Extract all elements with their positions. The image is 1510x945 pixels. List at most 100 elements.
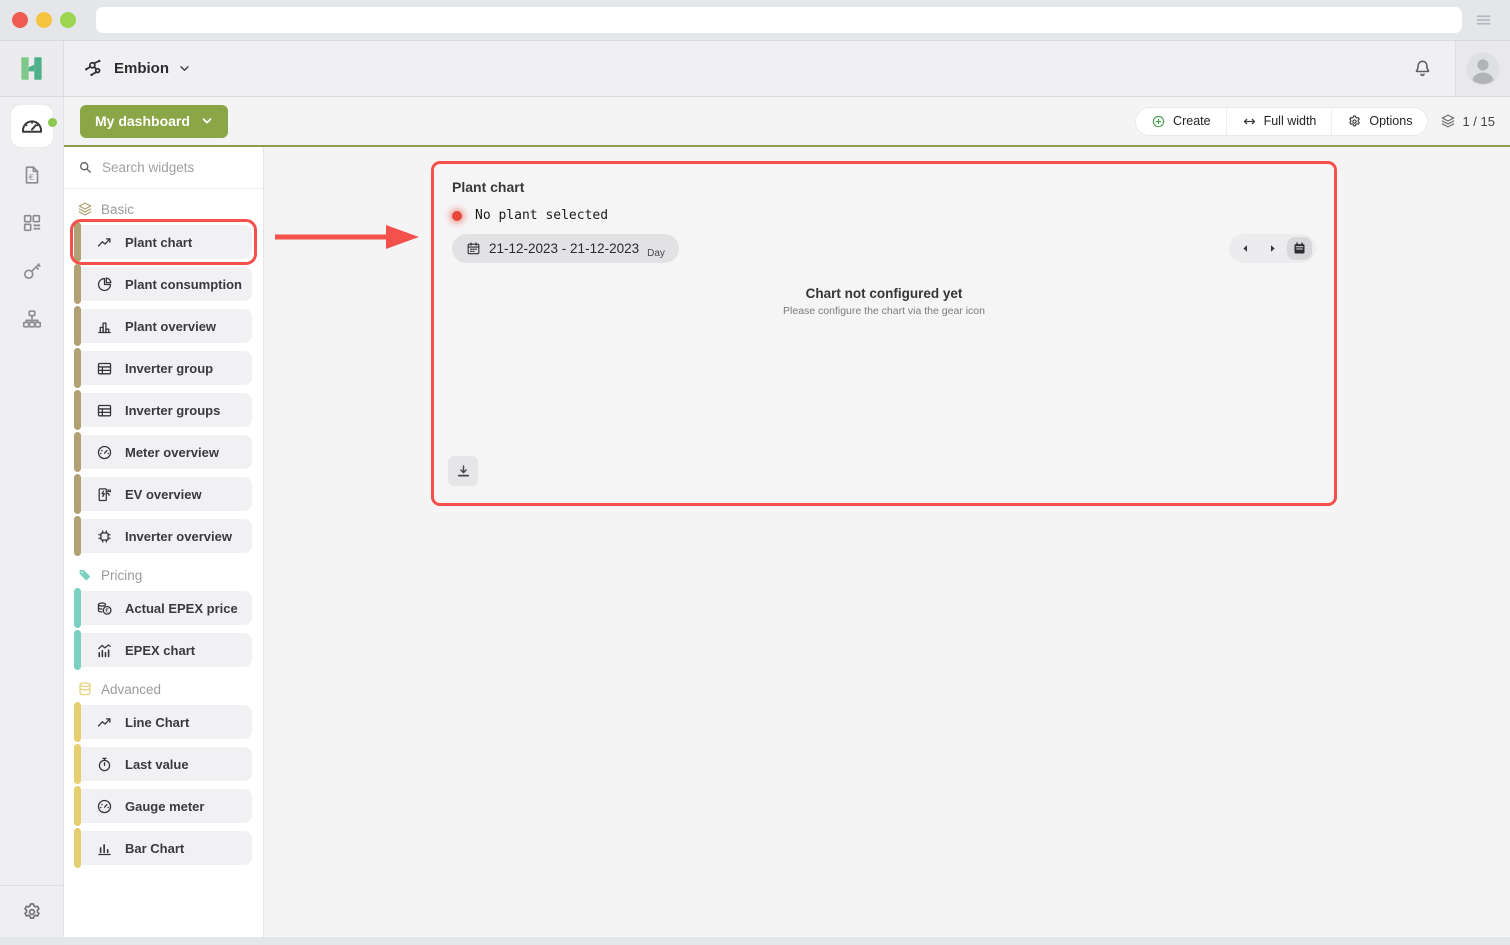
arrows-horizontal-icon <box>1242 114 1257 129</box>
calendar-icon <box>1292 241 1307 256</box>
settings-button[interactable] <box>0 885 63 937</box>
section-header: Pricing <box>75 565 252 591</box>
item-accent-bar <box>74 432 81 472</box>
search-icon <box>78 160 93 175</box>
widget-item-inverter-groups[interactable]: Inverter groups <box>75 393 252 427</box>
full-width-button[interactable]: Full width <box>1226 108 1332 135</box>
gear-icon <box>21 901 43 923</box>
caret-right-icon <box>1266 242 1279 255</box>
download-icon <box>455 463 472 480</box>
prev-period-button[interactable] <box>1233 237 1258 260</box>
widget-item-label: Plant overview <box>125 319 216 334</box>
svg-text:€: € <box>105 607 109 614</box>
widget-item-plant-consumption[interactable]: Plant consumption <box>75 267 252 301</box>
widget-item-ev-overview[interactable]: EV overview <box>75 477 252 511</box>
widget-item-epex-chart[interactable]: EPEX chart <box>75 633 252 667</box>
plant-chart-widget: Plant chart No plant selected 21-12-2023… <box>431 161 1337 506</box>
options-button[interactable]: Options <box>1331 108 1427 135</box>
widget-item-label: Inverter groups <box>125 403 220 418</box>
person-icon <box>1465 51 1501 87</box>
widget-item-last-value[interactable]: Last value <box>75 747 252 781</box>
search-widgets-input[interactable] <box>102 160 249 175</box>
section-header: Basic <box>75 199 252 225</box>
item-accent-bar <box>74 222 81 262</box>
rail-item-dashboard[interactable] <box>11 105 53 147</box>
dashboard-selector-button[interactable]: My dashboard <box>80 105 228 138</box>
item-accent-bar <box>74 702 81 742</box>
widget-item-inverter-overview[interactable]: Inverter overview <box>75 519 252 553</box>
rail-item-access-keys[interactable] <box>11 260 53 282</box>
widget-item-label: EPEX chart <box>125 643 195 658</box>
widget-item-bar-chart[interactable]: Bar Chart <box>75 831 252 865</box>
chevron-down-icon <box>178 62 191 75</box>
widget-item-actual-epex-price[interactable]: € Actual EPEX price <box>75 591 252 625</box>
caret-left-icon <box>1239 242 1252 255</box>
item-accent-bar <box>74 474 81 514</box>
item-accent-bar <box>74 630 81 670</box>
org-switcher[interactable]: Embion <box>82 57 191 80</box>
widget-item-meter-overview[interactable]: Meter overview <box>75 435 252 469</box>
hamburger-icon[interactable] <box>1474 11 1493 29</box>
header-right <box>1412 41 1510 96</box>
table-icon <box>96 402 113 419</box>
widget-item-label: Actual EPEX price <box>125 601 238 616</box>
annotation-arrow <box>274 222 420 252</box>
stopwatch-icon <box>96 756 113 773</box>
widget-item-label: EV overview <box>125 487 202 502</box>
svg-text:€: € <box>28 172 33 182</box>
create-button[interactable]: Create <box>1136 108 1226 135</box>
gauge-icon <box>96 444 113 461</box>
date-range-text: 21-12-2023 - 21-12-2023 <box>489 241 639 256</box>
next-period-button[interactable] <box>1260 237 1285 260</box>
window-zoom-button[interactable] <box>60 12 76 28</box>
notifications-bell-icon[interactable] <box>1412 58 1433 79</box>
item-accent-bar <box>74 828 81 868</box>
open-calendar-button[interactable] <box>1287 237 1312 260</box>
rail-items: € <box>11 97 53 330</box>
widget-search <box>64 147 263 189</box>
column-chart-icon <box>96 318 113 335</box>
dashboard-canvas: Plant chart No plant selected 21-12-2023… <box>264 147 1510 937</box>
widget-item-plant-chart[interactable]: Plant chart <box>75 225 252 259</box>
line-chart-icon <box>96 714 113 731</box>
item-accent-bar <box>74 786 81 826</box>
widget-item-label: Plant chart <box>125 235 192 250</box>
speedometer-icon <box>19 113 45 139</box>
plus-circle-icon <box>1151 114 1166 129</box>
widget-item-label: Inverter group <box>125 361 213 376</box>
left-nav-rail: € <box>0 97 64 937</box>
item-accent-bar <box>74 264 81 304</box>
calendar-icon <box>466 241 481 256</box>
date-range-picker[interactable]: 21-12-2023 - 21-12-2023 Day <box>452 234 679 263</box>
rail-item-billing[interactable]: € <box>11 164 53 186</box>
window-close-button[interactable] <box>12 12 28 28</box>
widget-item-plant-overview[interactable]: Plant overview <box>75 309 252 343</box>
sitemap-icon <box>21 308 43 330</box>
user-avatar[interactable] <box>1455 41 1510 96</box>
widget-section-pricing: Pricing € Actual EPEX price EPEX chart <box>75 565 252 667</box>
network-icon <box>82 57 105 80</box>
rail-item-hierarchy[interactable] <box>11 308 53 330</box>
widget-item-inverter-group[interactable]: Inverter group <box>75 351 252 385</box>
widget-item-line-chart[interactable]: Line Chart <box>75 705 252 739</box>
line-chart-icon <box>96 234 113 251</box>
tag-icon <box>77 567 93 583</box>
window-minimize-button[interactable] <box>36 12 52 28</box>
widget-item-label: Last value <box>125 757 189 772</box>
widget-item-label: Plant consumption <box>125 277 242 292</box>
app-logo[interactable] <box>0 41 64 97</box>
coins-euro-icon: € <box>96 600 113 617</box>
rail-item-widgets[interactable] <box>11 212 53 234</box>
widget-count-indicator: 1 / 15 <box>1440 113 1495 129</box>
header-bar: Embion <box>64 41 1510 97</box>
epex-chart-icon <box>96 642 113 659</box>
item-accent-bar <box>74 390 81 430</box>
layers-icon <box>77 201 93 217</box>
url-bar[interactable] <box>96 7 1462 33</box>
status-text: No plant selected <box>475 208 608 223</box>
date-granularity: Day <box>647 248 665 259</box>
widget-controls: 21-12-2023 - 21-12-2023 Day <box>452 234 1316 263</box>
h-logo-icon <box>18 55 45 82</box>
download-button[interactable] <box>448 456 478 486</box>
widget-item-gauge-meter[interactable]: Gauge meter <box>75 789 252 823</box>
